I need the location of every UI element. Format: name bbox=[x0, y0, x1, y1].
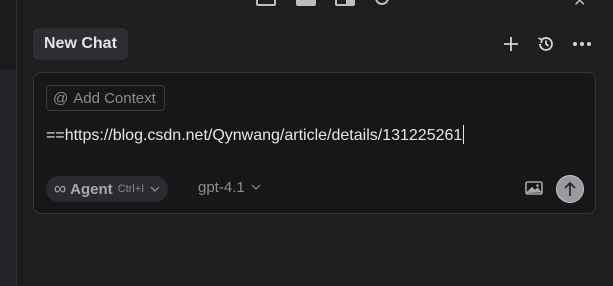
at-sign-icon: @ bbox=[53, 89, 69, 107]
mode-shortcut: Ctrl+I bbox=[117, 183, 145, 195]
mode-label: Agent bbox=[70, 180, 113, 198]
send-button[interactable] bbox=[556, 175, 584, 203]
plus-icon[interactable] bbox=[499, 32, 523, 56]
history-icon[interactable] bbox=[534, 32, 558, 56]
chevron-down-icon bbox=[251, 182, 261, 193]
mode-selector[interactable]: ∞ Agent Ctrl+I bbox=[46, 176, 169, 202]
layout-right-icon[interactable] bbox=[335, 0, 355, 6]
infinity-icon: ∞ bbox=[54, 179, 67, 198]
chat-input-value: ==https://blog.csdn.net/Qynwang/article/… bbox=[46, 127, 463, 144]
chat-input[interactable]: ==https://blog.csdn.net/Qynwang/article/… bbox=[46, 125, 465, 145]
settings-icon[interactable] bbox=[373, 0, 391, 6]
chat-header: New Chat bbox=[33, 28, 597, 60]
image-icon[interactable] bbox=[525, 180, 543, 198]
more-horizontal-icon[interactable] bbox=[570, 32, 594, 56]
chat-composer: @ Add Context ==https://blog.csdn.net/Qy… bbox=[33, 72, 596, 214]
add-context-button[interactable]: @ Add Context bbox=[46, 85, 165, 111]
text-caret bbox=[463, 125, 465, 144]
side-panel-edge bbox=[0, 0, 17, 286]
model-label: gpt-4.1 bbox=[198, 179, 245, 196]
layout-left-icon[interactable] bbox=[256, 0, 276, 6]
layout-panel-icon[interactable] bbox=[296, 0, 316, 6]
tab-new-chat[interactable]: New Chat bbox=[33, 28, 128, 60]
chevron-down-icon bbox=[150, 184, 160, 195]
close-icon[interactable]: ✕ bbox=[573, 0, 586, 10]
add-context-label: Add Context bbox=[73, 89, 156, 107]
arrow-up-icon bbox=[564, 181, 576, 196]
model-selector[interactable]: gpt-4.1 bbox=[198, 179, 261, 196]
side-panel-top bbox=[0, 0, 16, 70]
